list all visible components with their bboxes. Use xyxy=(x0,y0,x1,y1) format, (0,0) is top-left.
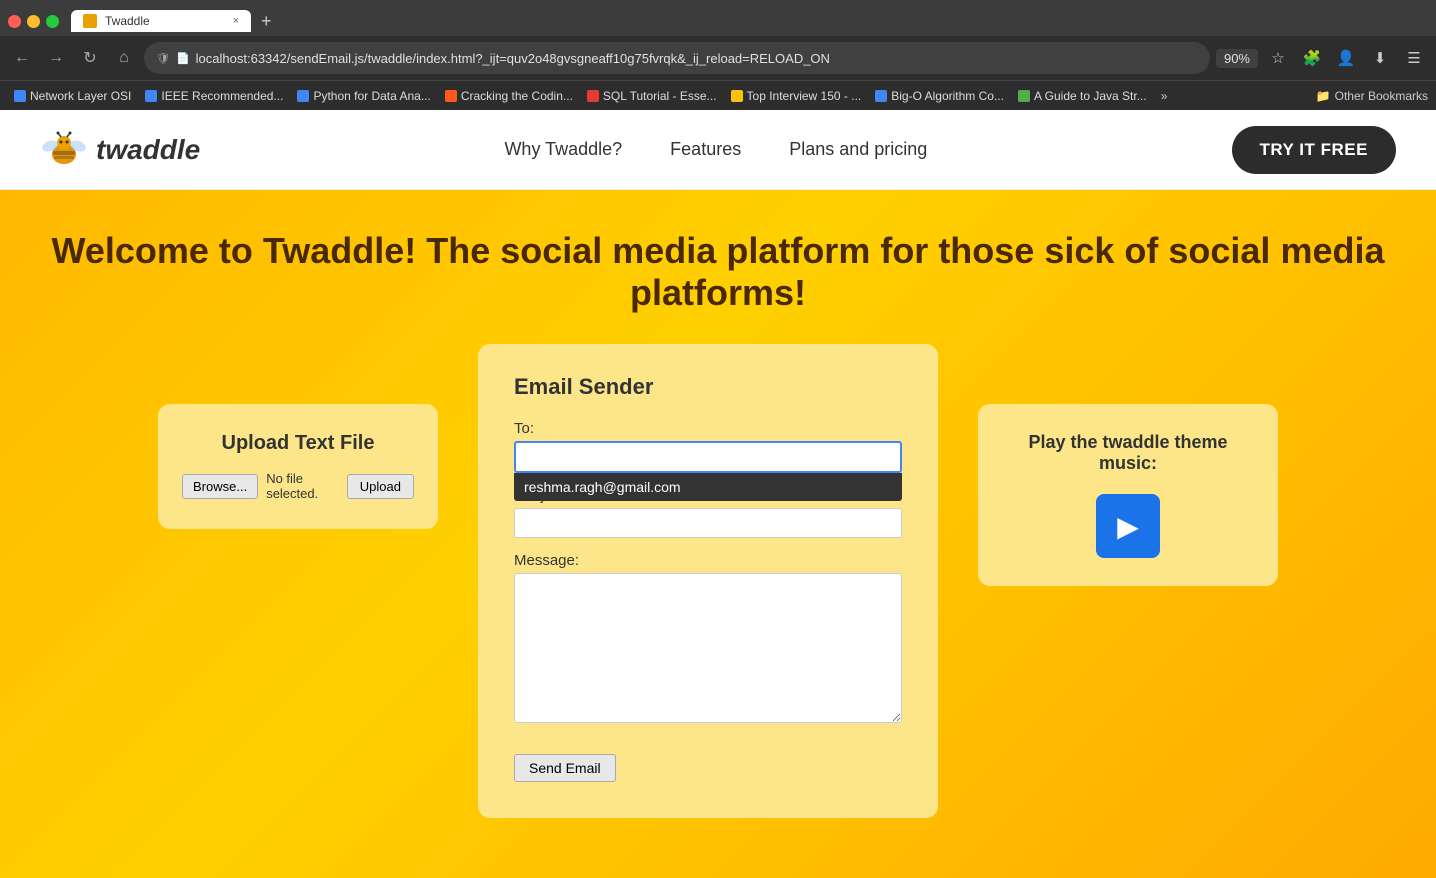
bookmarks-bar: Network Layer OSI IEEE Recommended... Py… xyxy=(0,80,1436,110)
minimize-window-btn[interactable] xyxy=(27,15,40,28)
bookmark-label: Top Interview 150 - ... xyxy=(747,89,862,103)
website: twaddle Why Twaddle? Features Plans and … xyxy=(0,110,1436,878)
tab-label: Twaddle xyxy=(105,14,225,28)
hero-content: Upload Text File Browse... No file selec… xyxy=(40,344,1396,818)
tab-close-btn[interactable]: × xyxy=(233,15,239,27)
autocomplete-dropdown[interactable]: reshma.ragh@gmail.com xyxy=(514,473,902,501)
menu-btn[interactable]: ☰ xyxy=(1400,44,1428,72)
back-btn[interactable]: ← xyxy=(8,44,36,72)
lock-icon: 📄 xyxy=(176,52,190,65)
logo-area[interactable]: twaddle xyxy=(40,126,200,174)
no-file-label: No file selected. xyxy=(266,471,339,501)
zoom-level[interactable]: 90% xyxy=(1216,49,1258,68)
home-btn[interactable]: ⌂ xyxy=(110,44,138,72)
tab-bar: Twaddle × + xyxy=(0,0,1436,36)
refresh-btn[interactable]: ↻ xyxy=(76,44,104,72)
folder-icon: 📁 xyxy=(1316,89,1331,103)
message-field-group: Message: xyxy=(514,552,902,728)
nav-features[interactable]: Features xyxy=(670,139,741,160)
more-bookmarks-btn[interactable]: » xyxy=(1155,87,1174,105)
logo-icon xyxy=(40,126,88,174)
music-box-title: Play the twaddle theme music: xyxy=(1002,432,1254,474)
subject-input[interactable] xyxy=(514,508,902,538)
site-header: twaddle Why Twaddle? Features Plans and … xyxy=(0,110,1436,190)
music-box: Play the twaddle theme music: ▶ xyxy=(978,404,1278,586)
bookmark-python[interactable]: Python for Data Ana... xyxy=(291,87,436,105)
download-btn[interactable]: ⬇ xyxy=(1366,44,1394,72)
address-bar[interactable]: 🛡 📄 localhost:63342/sendEmail.js/twaddle… xyxy=(144,42,1210,74)
bookmark-label: Big-O Algorithm Co... xyxy=(891,89,1004,103)
bookmark-favicon xyxy=(1018,90,1030,102)
bookmarks-right: 📁 Other Bookmarks xyxy=(1316,89,1428,103)
to-input-wrapper: reshma.ragh@gmail.com xyxy=(514,441,902,473)
message-label: Message: xyxy=(514,552,902,569)
try-free-button[interactable]: TRY IT FREE xyxy=(1232,126,1396,174)
upload-button[interactable]: Upload xyxy=(347,474,414,499)
upload-box-title: Upload Text File xyxy=(182,432,414,455)
bookmark-favicon xyxy=(875,90,887,102)
bookmark-label: Cracking the Codin... xyxy=(461,89,573,103)
bookmark-sql[interactable]: SQL Tutorial - Esse... xyxy=(581,87,723,105)
bookmark-ieee[interactable]: IEEE Recommended... xyxy=(139,87,289,105)
upload-controls: Browse... No file selected. Upload xyxy=(182,471,414,501)
bookmark-favicon xyxy=(587,90,599,102)
browse-button[interactable]: Browse... xyxy=(182,474,258,499)
new-tab-btn[interactable]: + xyxy=(255,11,278,32)
forward-btn[interactable]: → xyxy=(42,44,70,72)
window-controls xyxy=(8,15,59,28)
bookmark-favicon xyxy=(14,90,26,102)
bookmark-cracking[interactable]: Cracking the Codin... xyxy=(439,87,579,105)
upload-text-file-box: Upload Text File Browse... No file selec… xyxy=(158,404,438,529)
bookmark-favicon xyxy=(145,90,157,102)
play-icon: ▶ xyxy=(1117,510,1139,543)
send-email-button[interactable]: Send Email xyxy=(514,754,616,782)
bookmark-network-osi[interactable]: Network Layer OSI xyxy=(8,87,137,105)
to-field-group: To: reshma.ragh@gmail.com xyxy=(514,420,902,473)
bookmark-label: IEEE Recommended... xyxy=(161,89,283,103)
bookmark-java[interactable]: A Guide to Java Str... xyxy=(1012,87,1153,105)
bookmark-label: Network Layer OSI xyxy=(30,89,131,103)
nav-pricing[interactable]: Plans and pricing xyxy=(789,139,927,160)
to-input[interactable] xyxy=(514,441,902,473)
logo-text: twaddle xyxy=(96,134,200,166)
nav-why-twaddle[interactable]: Why Twaddle? xyxy=(504,139,622,160)
to-label: To: xyxy=(514,420,902,437)
play-music-button[interactable]: ▶ xyxy=(1096,494,1160,558)
bookmark-favicon xyxy=(731,90,743,102)
bookmark-top-interview[interactable]: Top Interview 150 - ... xyxy=(725,87,868,105)
bookmark-favicon xyxy=(297,90,309,102)
hero-section: Welcome to Twaddle! The social media pla… xyxy=(0,190,1436,878)
profile-btn[interactable]: 👤 xyxy=(1332,44,1360,72)
bookmark-bigo[interactable]: Big-O Algorithm Co... xyxy=(869,87,1010,105)
email-sender-box: Email Sender To: reshma.ragh@gmail.com S… xyxy=(478,344,938,818)
active-tab[interactable]: Twaddle × xyxy=(71,10,251,32)
main-nav: Why Twaddle? Features Plans and pricing xyxy=(504,139,927,160)
bookmark-star-btn[interactable]: ☆ xyxy=(1264,44,1292,72)
security-icon: 🛡 xyxy=(156,52,170,65)
email-sender-title: Email Sender xyxy=(514,374,902,400)
url-text: localhost:63342/sendEmail.js/twaddle/ind… xyxy=(196,51,1198,66)
close-window-btn[interactable] xyxy=(8,15,21,28)
browser-nav-bar: ← → ↻ ⌂ 🛡 📄 localhost:63342/sendEmail.js… xyxy=(0,36,1436,80)
tab-favicon xyxy=(83,14,97,28)
extensions-btn[interactable]: 🧩 xyxy=(1298,44,1326,72)
bookmark-label: SQL Tutorial - Esse... xyxy=(603,89,717,103)
bookmark-label: A Guide to Java Str... xyxy=(1034,89,1147,103)
message-textarea[interactable] xyxy=(514,573,902,723)
browser-chrome: Twaddle × + ← → ↻ ⌂ 🛡 📄 localhost:63342/… xyxy=(0,0,1436,110)
bookmark-label: Python for Data Ana... xyxy=(313,89,430,103)
other-bookmarks[interactable]: Other Bookmarks xyxy=(1335,89,1428,103)
bookmark-favicon xyxy=(445,90,457,102)
hero-title: Welcome to Twaddle! The social media pla… xyxy=(40,230,1396,314)
maximize-window-btn[interactable] xyxy=(46,15,59,28)
